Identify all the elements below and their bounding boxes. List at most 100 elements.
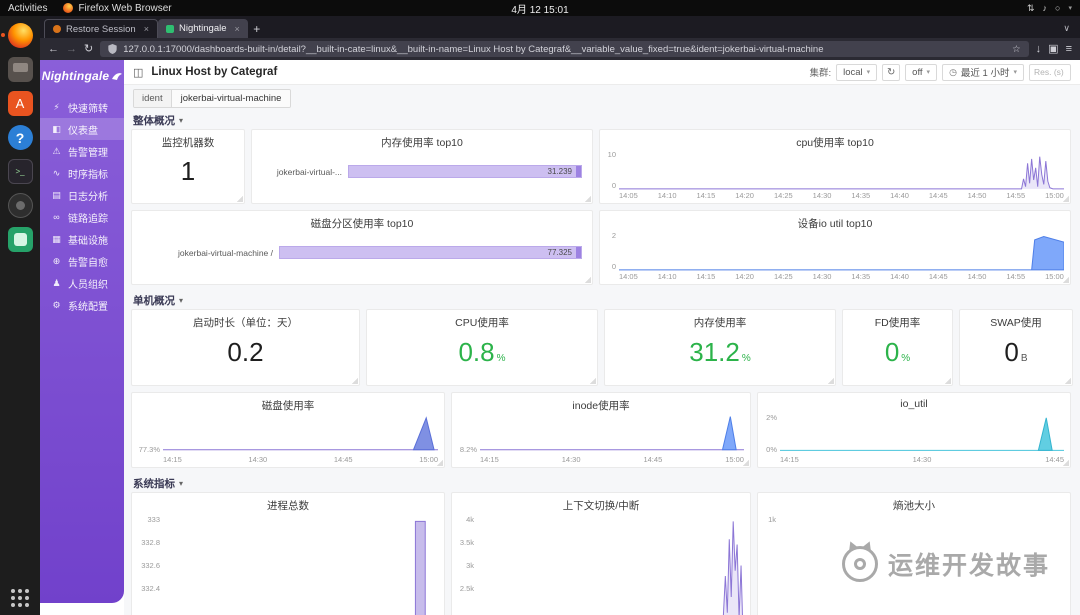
disk-usage-chart[interactable]: 77.3% 14:15 14:30 14:45 15:00 xyxy=(132,411,444,467)
resolution-input[interactable] xyxy=(1029,63,1071,81)
dock-software-icon[interactable] xyxy=(7,91,33,116)
dock-files-icon[interactable] xyxy=(7,57,33,82)
sidebar-item-dashboards[interactable]: ◧ 仪表盘 xyxy=(40,118,124,140)
downloads-icon[interactable]: ↓ xyxy=(1036,43,1042,55)
nightingale-app: Nightingale ⚡ 快速筛转 ◧ 仪表盘 ⚠ 告警管理 ∿ 时序指标 ▤… xyxy=(40,60,1080,615)
collapse-sidebar-icon[interactable]: ◫ xyxy=(133,66,143,79)
nightingale-logo[interactable]: Nightingale xyxy=(40,69,124,83)
list-all-tabs-icon[interactable]: ∨ xyxy=(1063,23,1070,34)
volume-icon: ♪ xyxy=(1042,3,1048,13)
dashboard-title: Linux Host by Categraf xyxy=(151,66,278,78)
dock xyxy=(0,16,40,615)
network-icon: ⇅ xyxy=(1027,2,1035,13)
panel-inode-usage: inode使用率 8.2% 14:15 14:30 14:45 15:00 xyxy=(451,392,751,468)
close-tab-icon[interactable]: × xyxy=(144,24,149,34)
tick-label: 14:15 xyxy=(696,272,716,281)
quick-jump-icon: ⚡ xyxy=(53,101,60,112)
tick-label: 14:15 xyxy=(780,455,799,464)
refresh-interval-select[interactable]: off ▾ xyxy=(905,63,938,81)
focused-app-title[interactable]: Firefox Web Browser xyxy=(63,3,172,14)
context-switch-chart[interactable]: 4k 3.5k 3k 2.5k xyxy=(452,511,750,615)
chevron-down-icon: ▾ xyxy=(866,69,871,76)
io-util-chart[interactable]: 2% 0% 14:15 14:30 14:45 xyxy=(758,411,1070,467)
section-system-metrics[interactable]: 系统指标 ▾ xyxy=(124,474,1080,492)
show-applications-button[interactable] xyxy=(11,589,29,607)
panel-machine-count: 监控机器数 1 xyxy=(131,129,245,204)
panel-mem-usage: 内存使用率 31.2% xyxy=(604,309,836,386)
bookmark-star-icon[interactable]: ☆ xyxy=(1012,44,1021,55)
panel-title: 熵池大小 xyxy=(893,500,935,511)
tick-label: 14:50 xyxy=(967,272,987,281)
clock-icon: ◷ xyxy=(949,66,957,77)
clock-button[interactable]: 4月 12 15:01 xyxy=(511,1,568,16)
url-bar[interactable]: 127.0.0.1:17000/dashboards-built-in/deta… xyxy=(100,41,1029,57)
sidebar-item-quick-jump[interactable]: ⚡ 快速筛转 xyxy=(40,96,124,118)
menu-icon[interactable]: ≡ xyxy=(1066,43,1072,55)
tab-bar: Restore Session × Nightingale × + ∨ xyxy=(40,16,1080,38)
tick-label: 2 xyxy=(611,231,616,240)
dock-help-icon[interactable] xyxy=(7,125,33,150)
tab-nightingale[interactable]: Nightingale × xyxy=(157,19,248,38)
sidebar-item-infrastructure[interactable]: ▦ 基础设施 xyxy=(40,228,124,250)
cpu-top10-chart[interactable]: 10 0 14:05 14:10 14:15 14:20 14:25 14:30 14:35 1… xyxy=(600,148,1070,203)
close-tab-icon[interactable]: × xyxy=(235,24,240,34)
filter-key: ident xyxy=(134,89,172,107)
filter-value-select[interactable]: jokerbai-virtual-machine xyxy=(171,89,291,107)
sidebar-item-self-healing[interactable]: ⊕ 告警自愈 xyxy=(40,250,124,272)
os-topbar: Activities Firefox Web Browser 4月 12 15:… xyxy=(0,0,1080,16)
cluster-label: 集群: xyxy=(809,68,832,79)
forward-button[interactable]: → xyxy=(66,43,77,55)
refresh-button[interactable]: ↻ xyxy=(882,63,901,81)
tick-label: 14:50 xyxy=(967,191,987,200)
sidebar-item-people-org[interactable]: ♟ 人员组织 xyxy=(40,272,124,294)
panel-uptime: 启动时长（单位：天） 0.2 xyxy=(131,309,360,386)
dock-settings-icon[interactable] xyxy=(7,227,33,252)
tick-label: 14:45 xyxy=(928,191,948,200)
panel-cpu-usage: CPU使用率 0.8% xyxy=(366,309,598,386)
time-range-select[interactable]: ◷ 最近 1 小时 ▾ xyxy=(942,63,1024,81)
dashboard-main: ◫ Linux Host by Categraf 集群: local ▾ ↻ o… xyxy=(124,60,1080,615)
bar-cap xyxy=(576,247,581,258)
watermark: 运维开发故事 xyxy=(842,539,1050,582)
url-text[interactable]: 127.0.0.1:17000/dashboards-built-in/deta… xyxy=(123,44,1006,55)
sidebar-item-tracing[interactable]: ∞ 链路追踪 xyxy=(40,206,124,228)
context-switch-series xyxy=(477,513,744,615)
reload-button[interactable]: ↻ xyxy=(84,43,93,55)
sidebar-item-logs[interactable]: ▤ 日志分析 xyxy=(40,184,124,206)
sidebar-item-alert-management[interactable]: ⚠ 告警管理 xyxy=(40,140,124,162)
panel-device-io-top10: 设备io util top10 2 0 14:05 14:10 14:15 14:20 1… xyxy=(599,210,1071,285)
mem-top10-chart[interactable]: jokerbai-virtual-... 31.239 xyxy=(252,148,592,203)
panel-title: 设备io util top10 xyxy=(797,218,873,229)
tab-restore-session[interactable]: Restore Session × xyxy=(44,19,158,38)
tick-label: 1k xyxy=(768,515,776,524)
new-tab-button[interactable]: + xyxy=(248,19,266,38)
section-overall[interactable]: 整体概况 ▾ xyxy=(124,111,1080,129)
tick-label: 14:15 xyxy=(696,191,716,200)
extensions-icon[interactable]: ▣ xyxy=(1048,43,1058,55)
panel-mem-top10: 内存使用率 top10 jokerbai-virtual-... 31.239 xyxy=(251,129,593,204)
tick-label: 14:30 xyxy=(561,455,581,464)
chevron-down-icon: ▾ xyxy=(1013,69,1017,76)
dock-firefox-icon[interactable] xyxy=(0,23,33,48)
system-tray[interactable]: ⇅ ♪ ○ ▾ xyxy=(1027,3,1072,14)
tracking-protection-icon[interactable] xyxy=(108,44,117,54)
device-io-top10-chart[interactable]: 2 0 14:05 14:10 14:15 14:20 14:25 14:30 14:35 14… xyxy=(600,229,1070,284)
cluster-select[interactable]: local ▾ xyxy=(836,63,878,81)
panel-title: FD使用率 xyxy=(874,317,921,328)
tick-label: 0 xyxy=(611,181,616,190)
sidebar-item-metrics[interactable]: ∿ 时序指标 xyxy=(40,162,124,184)
activities-button[interactable]: Activities xyxy=(8,3,47,14)
dock-media-icon[interactable] xyxy=(7,193,33,218)
inode-usage-chart[interactable]: 8.2% 14:15 14:30 14:45 15:00 xyxy=(452,411,750,467)
disk-partition-top10-chart[interactable]: jokerbai-virtual-machine / 77.325 xyxy=(132,229,592,284)
tick-label: 14:30 xyxy=(812,191,832,200)
infrastructure-icon: ▦ xyxy=(52,233,61,244)
panel-fd-usage: FD使用率 0% xyxy=(842,309,953,386)
sidebar-item-system-config[interactable]: ⚙ 系统配置 xyxy=(40,294,124,316)
section-single-host[interactable]: 单机概况 ▾ xyxy=(124,291,1080,309)
back-button[interactable]: ← xyxy=(48,43,59,55)
ident-filter[interactable]: ident jokerbai-virtual-machine xyxy=(133,88,292,108)
tick-label: 14:20 xyxy=(735,191,754,200)
process-total-chart[interactable]: 333 332.8 332.6 332.4 xyxy=(132,511,444,615)
dock-terminal-icon[interactable] xyxy=(7,159,33,184)
